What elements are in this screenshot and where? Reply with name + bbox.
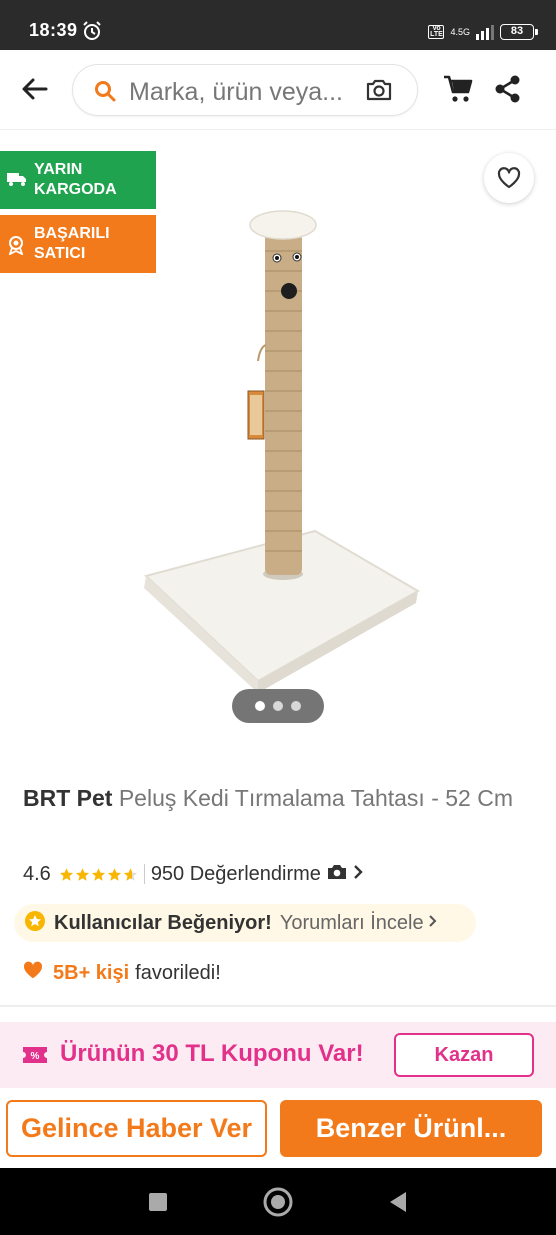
favorites-count: 5B+ kişi [53, 961, 130, 984]
gallery-dot-active [255, 701, 265, 711]
back-arrow-icon [22, 78, 48, 100]
see-reviews-link[interactable]: Yorumları İncele [280, 912, 424, 935]
share-icon[interactable] [494, 74, 522, 109]
truck-icon [6, 171, 28, 193]
product-brand[interactable]: BRT Pet [23, 785, 112, 811]
star-icon [59, 867, 73, 881]
back-button[interactable] [18, 72, 52, 106]
delivery-badge: YARIN KARGODA [0, 151, 156, 209]
coupon-text: Ürünün 30 TL Kuponu Var! [60, 1040, 364, 1067]
cart-icon[interactable] [442, 74, 474, 109]
home-button[interactable] [262, 1186, 294, 1223]
users-like-text: Kullanıcılar Beğeniyor! [54, 911, 272, 934]
status-bar: 18:39 Vo LTE 4.5G 83 [0, 0, 556, 50]
product-title: BRT Pet Peluş Kedi Tırmalama Tahtası - 5… [23, 782, 533, 814]
favorite-button[interactable] [484, 153, 534, 203]
bottom-action-bar: Gelince Haber Ver Benzer Ürünl... [0, 1088, 556, 1168]
orange-heart-icon [23, 961, 43, 985]
coupon-icon: % [22, 1045, 48, 1070]
recent-apps-button[interactable] [148, 1192, 168, 1217]
top-header: Marka, ürün veya... [0, 50, 556, 130]
battery-icon: 83 [500, 24, 538, 40]
gallery-pagination[interactable] [232, 689, 324, 723]
svg-text:%: % [31, 1051, 40, 1062]
favorites-info: 5B+ kişi favoriledi! [23, 958, 221, 988]
gallery-dot [273, 701, 283, 711]
camera-small-icon [327, 863, 347, 886]
status-time: 18:39 [29, 20, 78, 40]
chevron-right-icon [353, 863, 363, 886]
favorites-suffix: favoriledi! [135, 961, 221, 984]
alarm-icon [82, 21, 102, 46]
notify-when-available-button[interactable]: Gelince Haber Ver [6, 1100, 267, 1157]
product-name: Peluş Kedi Tırmalama Tahtası - 52 Cm [118, 785, 513, 811]
star-icon [75, 867, 89, 881]
product-image [144, 210, 420, 691]
rating-row[interactable]: 4.6 950 Değerlendirme [23, 860, 363, 888]
rating-value: 4.6 [23, 862, 51, 885]
coupon-banner: % Ürünün 30 TL Kuponu Var! Kazan [0, 1022, 556, 1088]
medal-icon [6, 235, 26, 261]
review-count[interactable]: 950 Değerlendirme [151, 863, 321, 886]
divider [143, 864, 145, 884]
product-gallery[interactable]: YARIN KARGODA BAŞARILI SATICI [0, 131, 556, 751]
system-nav-bar [0, 1168, 556, 1235]
chevron-right-icon [428, 914, 437, 933]
section-divider [0, 1005, 556, 1007]
star-badge-icon [24, 910, 46, 937]
camera-search-icon[interactable] [365, 77, 393, 108]
rating-stars [59, 867, 138, 882]
seller-badge-label: BAŞARILI SATICI [34, 225, 110, 262]
search-input[interactable]: Marka, ürün veya... [129, 78, 359, 107]
volte-icon: Vo LTE [428, 25, 445, 39]
gallery-dot [291, 701, 301, 711]
star-icon [107, 867, 121, 881]
search-icon [93, 79, 117, 108]
users-like-banner[interactable]: Kullanıcılar Beğeniyor! Yorumları İncele [14, 904, 476, 942]
star-icon [91, 867, 105, 881]
back-nav-button[interactable] [388, 1190, 408, 1219]
search-bar[interactable]: Marka, ürün veya... [72, 64, 418, 116]
heart-icon [497, 167, 521, 189]
delivery-badge-label: YARIN KARGODA [34, 161, 117, 198]
similar-products-button[interactable]: Benzer Ürünl... [280, 1100, 542, 1157]
network-type: 4.5G [450, 26, 470, 37]
signal-icon [476, 24, 494, 40]
earn-coupon-button[interactable]: Kazan [394, 1033, 534, 1077]
seller-badge: BAŞARILI SATICI [0, 215, 156, 273]
star-half-icon [123, 867, 137, 881]
